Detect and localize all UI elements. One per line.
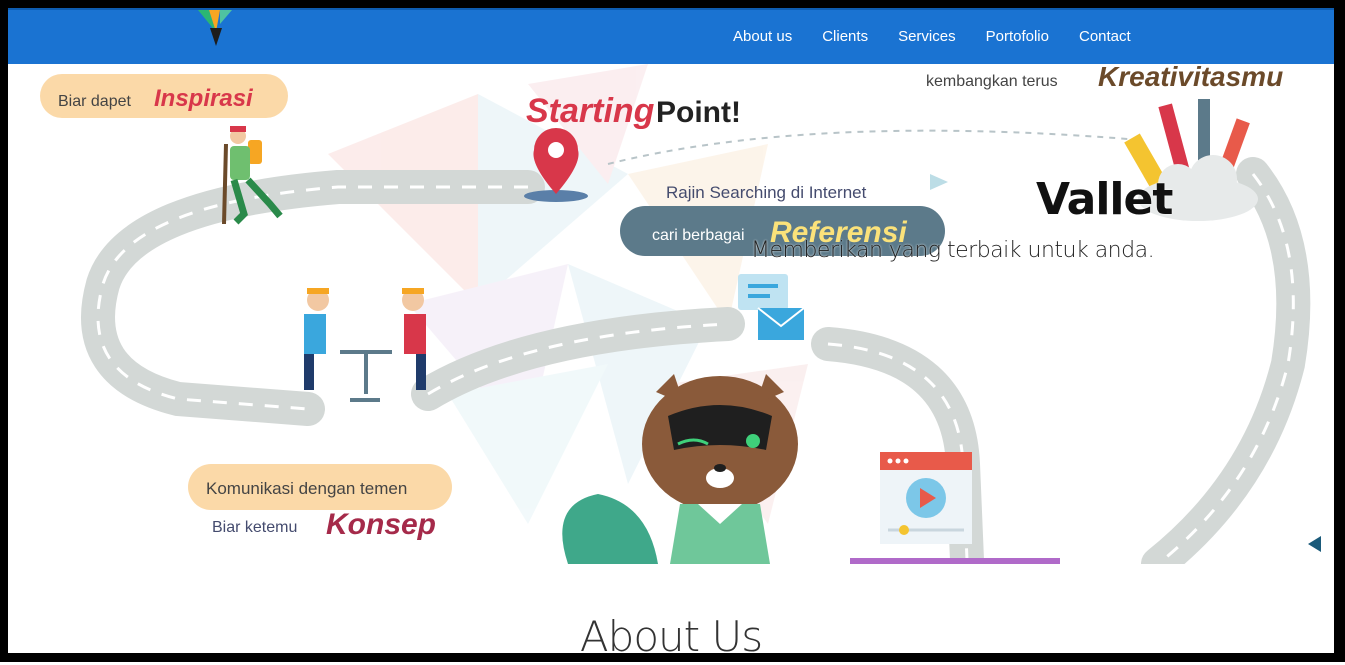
inspirasi-badge: Biar dapet Inspirasi — [40, 74, 288, 118]
svg-text:Inspirasi: Inspirasi — [154, 85, 254, 112]
svg-text:Biar ketemu: Biar ketemu — [212, 519, 297, 536]
nav-link-contact[interactable]: Contact — [1079, 28, 1131, 45]
svg-text:Point!: Point! — [656, 96, 741, 129]
nav-link-portofolio[interactable]: Portofolio — [986, 28, 1049, 45]
vallet-v-logo-icon[interactable] — [196, 10, 236, 50]
page-viewport: About us Clients Services Portofolio Con… — [8, 8, 1334, 653]
svg-text:kembangkan terus: kembangkan terus — [926, 73, 1058, 90]
kreativitas-label: kembangkan terus Kreativitasmu — [926, 64, 1283, 92]
email-document-icon — [738, 274, 805, 340]
nav-link-about-us[interactable]: About us — [733, 28, 792, 45]
hero-illustration: Biar dapet Inspirasi Starting Point! Raj… — [40, 64, 1311, 564]
searching-label: Rajin Searching di Internet — [666, 183, 867, 202]
hero-subtitle: Memberikan yang terbaik untuk anda. — [751, 238, 1155, 263]
svg-text:cari berbagai: cari berbagai — [652, 227, 745, 244]
meeting-people-figure — [304, 288, 426, 402]
nav-link-clients[interactable]: Clients — [822, 28, 868, 45]
svg-text:Kreativitasmu: Kreativitasmu — [1098, 64, 1283, 92]
triangle-left-icon[interactable] — [1308, 536, 1321, 552]
svg-text:Konsep: Konsep — [326, 508, 436, 541]
video-player-icon — [880, 452, 972, 544]
hero-title: Vallet — [1036, 174, 1173, 225]
svg-text:Biar dapet: Biar dapet — [58, 93, 131, 110]
konsep-badge: Komunikasi dengan temen Biar ketemu Kons… — [188, 464, 452, 541]
about-us-heading: About Us — [579, 612, 763, 653]
svg-text:Starting: Starting — [526, 92, 655, 130]
nav-links: About us Clients Services Portofolio Con… — [718, 10, 1146, 62]
starting-point-label: Starting Point! — [526, 92, 741, 130]
navbar: About us Clients Services Portofolio Con… — [8, 8, 1334, 64]
nav-link-services[interactable]: Services — [898, 28, 956, 45]
squirrel-mascot — [562, 374, 798, 564]
svg-text:Komunikasi dengan temen: Komunikasi dengan temen — [206, 479, 407, 498]
hero-carousel: Biar dapet Inspirasi Starting Point! Raj… — [8, 64, 1334, 564]
